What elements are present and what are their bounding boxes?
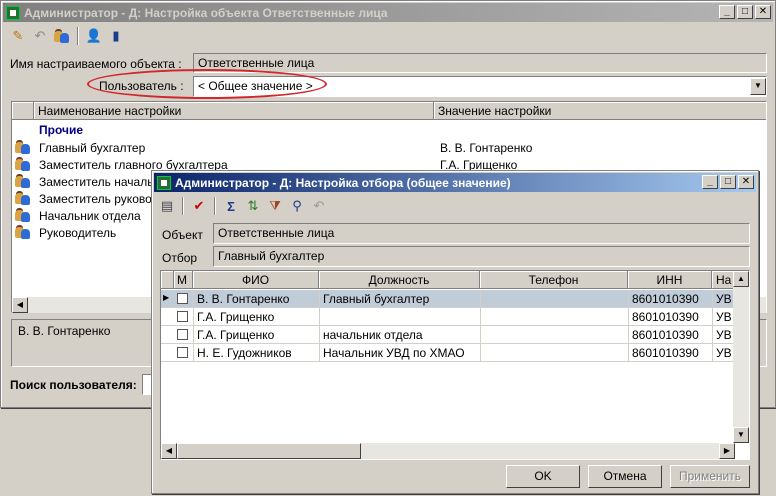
dialog-toolbar: ▤ ✔ Σ ⇅ ⧩ ⚲ ↶ (158, 197, 328, 215)
app-icon (6, 5, 20, 20)
position-cell[interactable]: Главный бухгалтер (319, 290, 480, 307)
group-row[interactable]: Прочие (36, 121, 86, 138)
na-cell[interactable]: УВ (712, 308, 735, 325)
dialog-maximize-icon[interactable]: □ (720, 175, 736, 189)
object-name-field: Ответственные лица (193, 53, 767, 73)
users-icon[interactable] (53, 27, 71, 45)
maximize-icon[interactable]: □ (737, 5, 753, 19)
object-name-label: Имя настраиваемого объекта : (10, 57, 182, 71)
horizontal-scroll-thumb[interactable] (177, 443, 361, 459)
row-checkbox[interactable] (177, 329, 188, 340)
user-group-icon (14, 140, 32, 154)
highlight-ellipse (87, 69, 327, 99)
position-cell[interactable]: начальник отдела (319, 326, 480, 343)
user-group-icon (14, 191, 32, 205)
print-icon[interactable]: ▤ (158, 197, 176, 215)
fio-cell[interactable]: Г.А. Грищенко (193, 308, 319, 325)
phone-cell[interactable] (480, 344, 628, 361)
column-header-na[interactable]: На (712, 271, 735, 289)
phone-cell[interactable] (480, 290, 628, 307)
clear-selection-icon[interactable]: ✔ (190, 197, 208, 215)
inn-cell[interactable]: 8601010390 (628, 344, 712, 361)
people-scroll-right-icon[interactable]: ▶ (719, 443, 735, 459)
people-grid[interactable]: М ФИО Должность Телефон ИНН На ▶ В. В. Го… (160, 270, 750, 460)
user-icon[interactable]: 👤 (85, 27, 103, 45)
dialog-title: Администратор - Д: Настройка отбора (общ… (175, 175, 511, 190)
user-group-icon (14, 157, 32, 171)
dialog-app-icon (157, 175, 171, 190)
apply-button[interactable]: Применить (670, 465, 750, 488)
dialog-toolbar-separator (182, 197, 184, 215)
na-cell[interactable]: УВ (712, 344, 735, 361)
dialog-titlebar[interactable]: Администратор - Д: Настройка отбора (общ… (154, 173, 756, 192)
setting-name-cell[interactable]: Главный бухгалтер (36, 139, 434, 156)
people-vertical-scrollbar[interactable]: ▲ ▼ (733, 271, 749, 443)
dialog-filter-label: Отбор (162, 251, 198, 265)
ok-button[interactable]: OK (506, 465, 580, 488)
dialog-close-icon[interactable]: ✕ (738, 175, 754, 189)
dialog-filter-field: Главный бухгалтер (213, 246, 750, 267)
undo-icon[interactable]: ↶ (31, 27, 49, 45)
column-header-position[interactable]: Должность (319, 271, 480, 289)
minimize-icon[interactable]: _ (719, 5, 735, 19)
grid-corner (12, 102, 34, 120)
main-window-controls: _ □ ✕ (719, 5, 771, 19)
toolbar-separator (77, 27, 79, 45)
column-header-setting-value[interactable]: Значение настройки (434, 102, 766, 120)
people-horizontal-scrollbar[interactable]: ◀ ▶ (161, 443, 735, 459)
main-window-title: Администратор - Д: Настройка объекта Отв… (24, 5, 388, 20)
row-checkbox[interactable] (177, 311, 188, 322)
row-checkbox[interactable] (177, 347, 188, 358)
edit-icon[interactable]: ✎ (9, 27, 27, 45)
sort-icon[interactable]: ⇅ (244, 197, 262, 215)
user-group-icon (14, 208, 32, 222)
inn-cell[interactable]: 8601010390 (628, 326, 712, 343)
row-checkbox[interactable] (177, 293, 188, 304)
column-header-inn[interactable]: ИНН (628, 271, 712, 289)
find-icon[interactable]: ⚲ (288, 197, 306, 215)
dialog-toolbar-separator-2 (214, 197, 216, 215)
na-cell[interactable]: УВ (712, 326, 735, 343)
dialog-minimize-icon[interactable]: _ (702, 175, 718, 189)
setting-value-cell[interactable]: В. В. Гонтаренко (437, 139, 757, 156)
user-group-icon (14, 174, 32, 188)
column-header-fio[interactable]: ФИО (193, 271, 319, 289)
column-header-mark[interactable]: М (174, 271, 193, 289)
scroll-up-icon[interactable]: ▲ (733, 271, 749, 287)
cancel-button[interactable]: Отмена (588, 465, 662, 488)
fio-cell[interactable]: В. В. Гонтаренко (193, 290, 319, 307)
people-scroll-left-icon[interactable]: ◀ (161, 443, 177, 459)
position-cell[interactable] (319, 308, 480, 325)
position-cell[interactable]: Начальник УВД по ХМАО (319, 344, 480, 361)
dialog-undo-icon[interactable]: ↶ (310, 197, 328, 215)
scroll-down-icon[interactable]: ▼ (733, 427, 749, 443)
dialog-object-label: Объект (162, 228, 203, 242)
dropdown-chevron-icon[interactable]: ▼ (750, 78, 766, 95)
scroll-left-icon[interactable]: ◀ (12, 297, 28, 313)
phone-cell[interactable] (480, 308, 628, 325)
phone-cell[interactable] (480, 326, 628, 343)
main-titlebar[interactable]: Администратор - Д: Настройка объекта Отв… (3, 3, 773, 22)
filter-dialog: Администратор - Д: Настройка отбора (общ… (151, 170, 759, 494)
dialog-object-field: Ответственные лица (213, 223, 750, 244)
inn-cell[interactable]: 8601010390 (628, 308, 712, 325)
main-toolbar: ✎ ↶ 👤 ▮ (9, 27, 125, 45)
filter-icon[interactable]: ⧩ (266, 197, 284, 215)
fio-cell[interactable]: Н. Е. Гудожников (193, 344, 319, 361)
inn-cell[interactable]: 8601010390 (628, 290, 712, 307)
user-group-icon (14, 225, 32, 239)
book-icon[interactable]: ▮ (107, 27, 125, 45)
sum-icon[interactable]: Σ (222, 197, 240, 215)
dialog-window-controls: _ □ ✕ (702, 175, 754, 189)
people-grid-corner (161, 271, 174, 289)
search-user-label: Поиск пользователя: (10, 378, 137, 392)
fio-cell[interactable]: Г.А. Грищенко (193, 326, 319, 343)
column-header-setting-name[interactable]: Наименование настройки (34, 102, 434, 120)
na-cell[interactable]: УВ (712, 290, 735, 307)
column-header-phone[interactable]: Телефон (480, 271, 628, 289)
close-icon[interactable]: ✕ (755, 5, 771, 19)
current-row-indicator-icon: ▶ (163, 293, 170, 302)
